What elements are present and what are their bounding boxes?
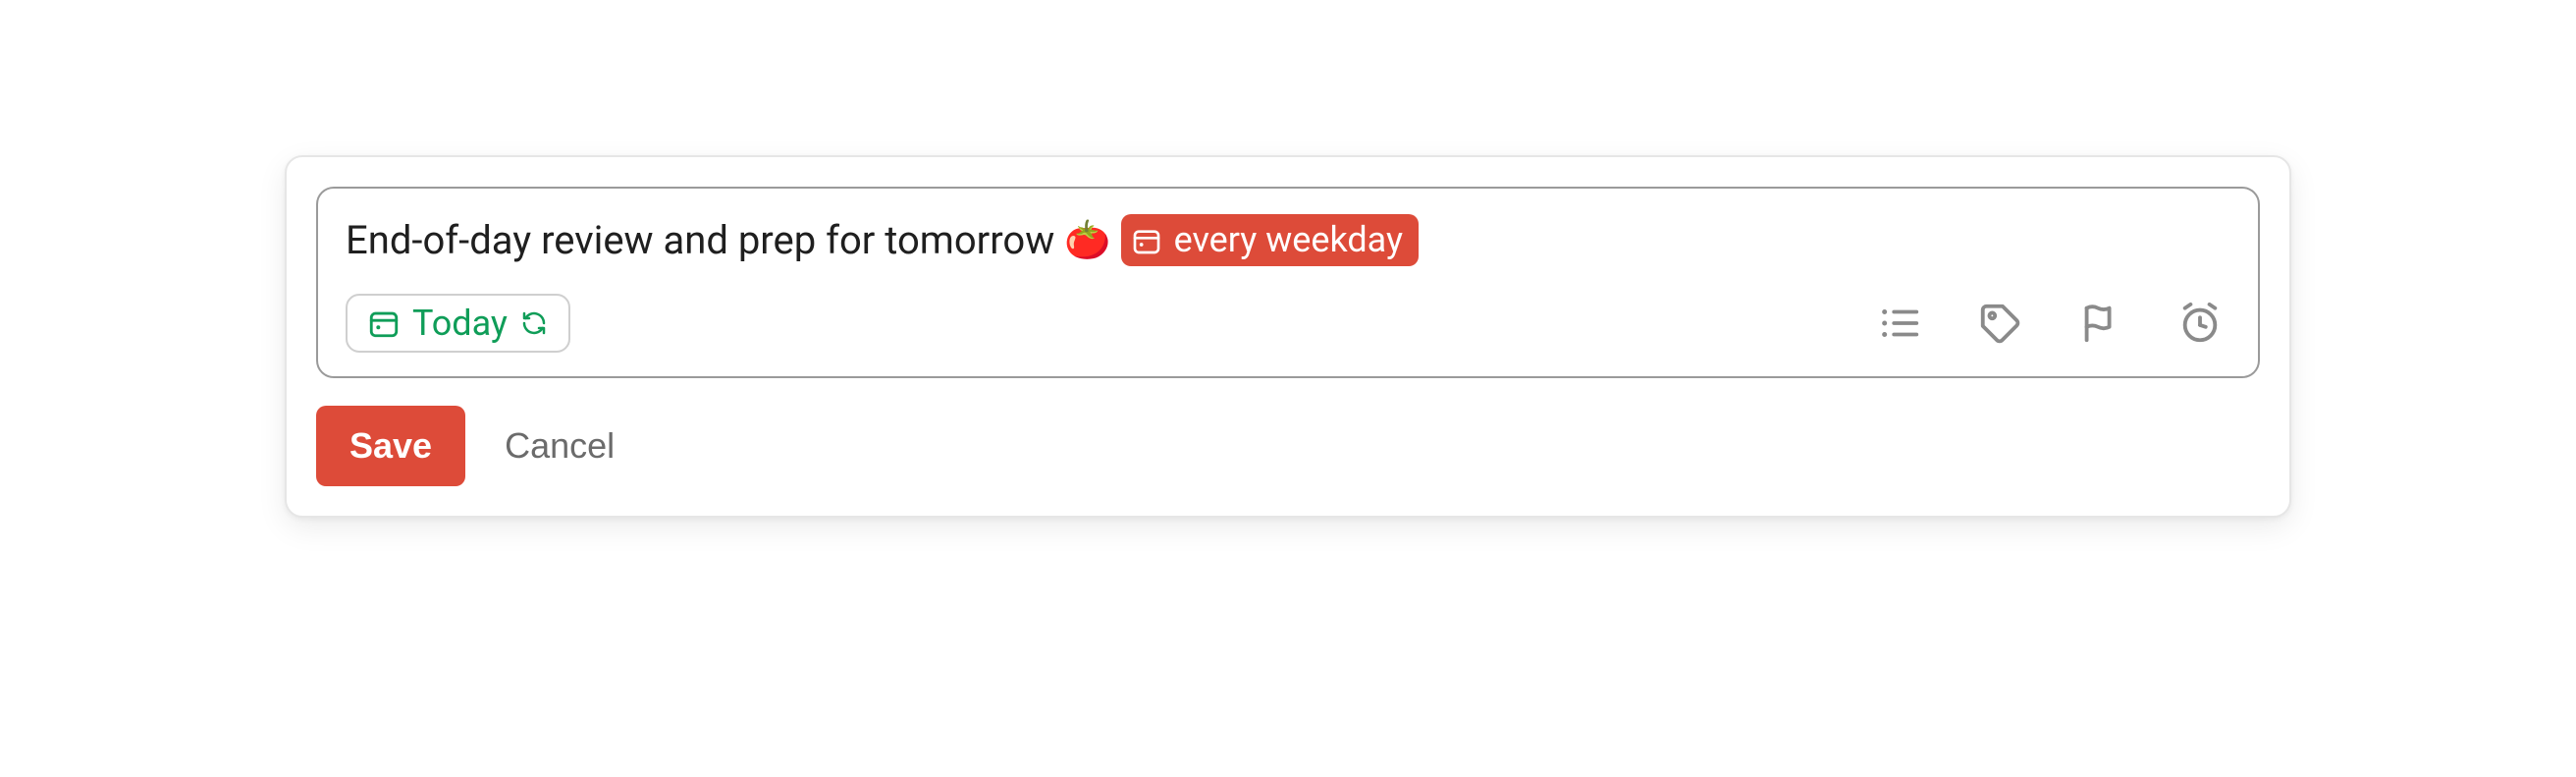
recurrence-chip[interactable]: every weekday [1121,214,1419,266]
tomato-emoji: 🍅 [1064,222,1110,259]
task-action-icons [1877,301,2230,346]
calendar-icon [367,306,401,340]
recurring-icon [519,308,549,338]
calendar-icon [1131,225,1162,256]
task-text[interactable]: End-of-day review and prep for tomorrow [346,217,1054,264]
save-button[interactable]: Save [316,406,465,486]
recurrence-label: every weekday [1174,218,1403,262]
editor-footer: Save Cancel [316,406,2260,486]
due-date-chip[interactable]: Today [346,294,570,353]
task-options-row: Today [346,294,2230,353]
list-icon[interactable] [1877,301,1922,346]
alarm-icon[interactable] [2177,301,2223,346]
tag-icon[interactable] [1977,301,2022,346]
cancel-button[interactable]: Cancel [499,416,620,476]
flag-icon[interactable] [2077,301,2122,346]
task-editor-box[interactable]: End-of-day review and prep for tomorrow … [316,187,2260,378]
task-editor-card: End-of-day review and prep for tomorrow … [285,155,2291,518]
due-date-label: Today [412,305,508,341]
task-input-line[interactable]: End-of-day review and prep for tomorrow … [346,214,2230,266]
